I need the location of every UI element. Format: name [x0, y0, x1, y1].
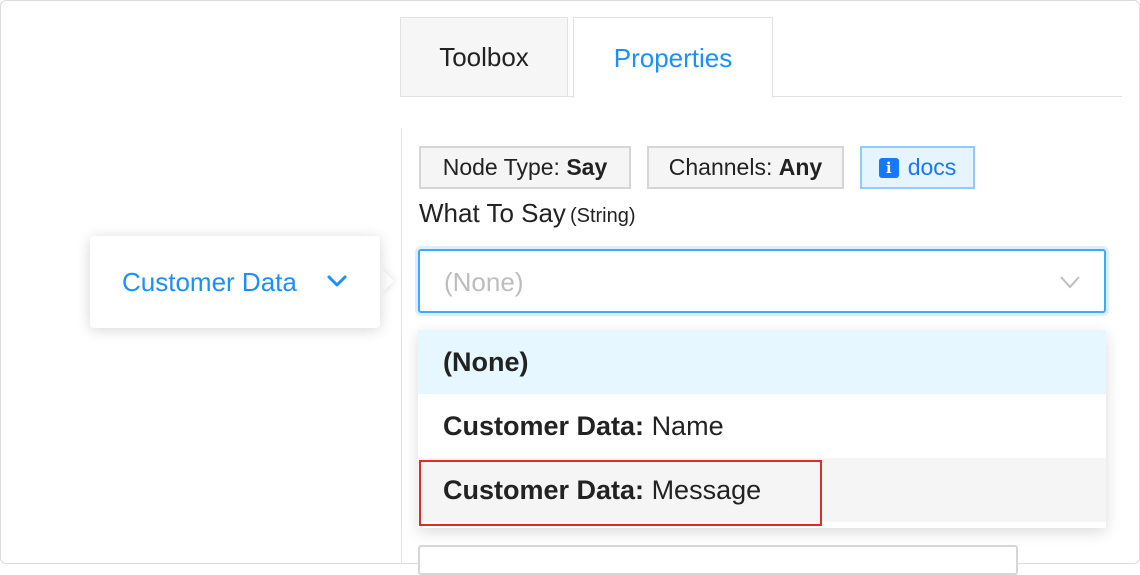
field-label-text: What To Say [419, 198, 566, 228]
panel-left-border [401, 128, 402, 564]
tab-toolbox-label: Toolbox [439, 42, 529, 72]
node-type-label: Node Type: [442, 154, 560, 180]
option-suffix: Name [651, 410, 724, 441]
tab-properties-label: Properties [613, 42, 733, 73]
docs-label: docs [907, 154, 957, 180]
node-type-tag: Node Type: Say [419, 146, 631, 189]
dropdown-option-none[interactable]: (None) [418, 330, 1106, 394]
field-type: (String) [569, 205, 636, 227]
channels-label: Channels: [668, 154, 773, 180]
channels-tag: Channels: Any [647, 146, 844, 189]
node-type-value: Say [566, 154, 608, 180]
field-label: What To Say (String) [419, 198, 636, 229]
channels-value: Any [778, 154, 823, 180]
tab-properties[interactable]: Properties [573, 17, 773, 98]
tab-toolbox[interactable]: Toolbox [400, 17, 568, 97]
customer-data-popover: Customer Data [90, 236, 380, 328]
chevron-down-icon [1060, 276, 1080, 289]
dropdown-option-customer-name[interactable]: Customer Data: Name [418, 394, 1106, 458]
docs-link[interactable]: i docs [860, 146, 975, 189]
option-prefix: Customer Data: [443, 410, 645, 441]
info-icon: i [878, 157, 899, 178]
highlight-annotation [419, 460, 822, 526]
option-label: (None) [443, 346, 529, 377]
select-placeholder: (None) [444, 267, 524, 297]
what-to-say-select[interactable]: (None) [418, 249, 1106, 313]
active-tab-gap [574, 96, 772, 97]
lower-input-field[interactable] [418, 545, 1018, 575]
customer-data-toggle[interactable]: Customer Data [122, 267, 297, 298]
chevron-down-icon[interactable] [326, 272, 348, 290]
